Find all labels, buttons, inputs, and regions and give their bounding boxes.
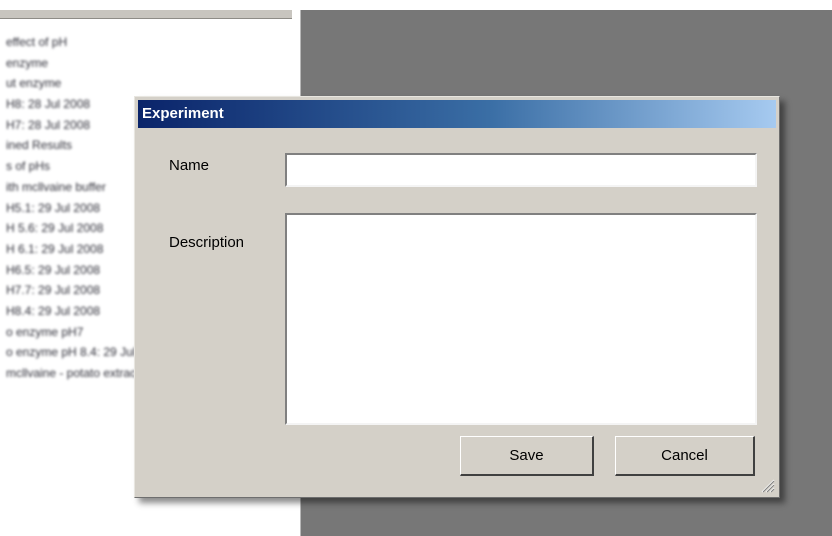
top-strip — [0, 0, 832, 10]
list-header — [0, 10, 292, 19]
resize-grip-icon[interactable] — [759, 477, 775, 493]
description-input[interactable] — [285, 213, 757, 425]
cancel-button[interactable]: Cancel — [615, 436, 755, 476]
description-label: Description — [169, 234, 245, 251]
name-input[interactable] — [285, 153, 757, 187]
dialog-titlebar[interactable]: Experiment — [138, 100, 776, 128]
list-item: enzyme — [6, 55, 49, 70]
experiment-dialog: Experiment Name Description Save Cancel — [134, 96, 780, 498]
name-label: Name — [169, 157, 210, 174]
list-item: effect of pH — [6, 35, 68, 49]
dialog-title: Experiment — [142, 105, 224, 122]
list-item: ut enzyme — [6, 76, 62, 91]
save-button[interactable]: Save — [460, 436, 594, 476]
